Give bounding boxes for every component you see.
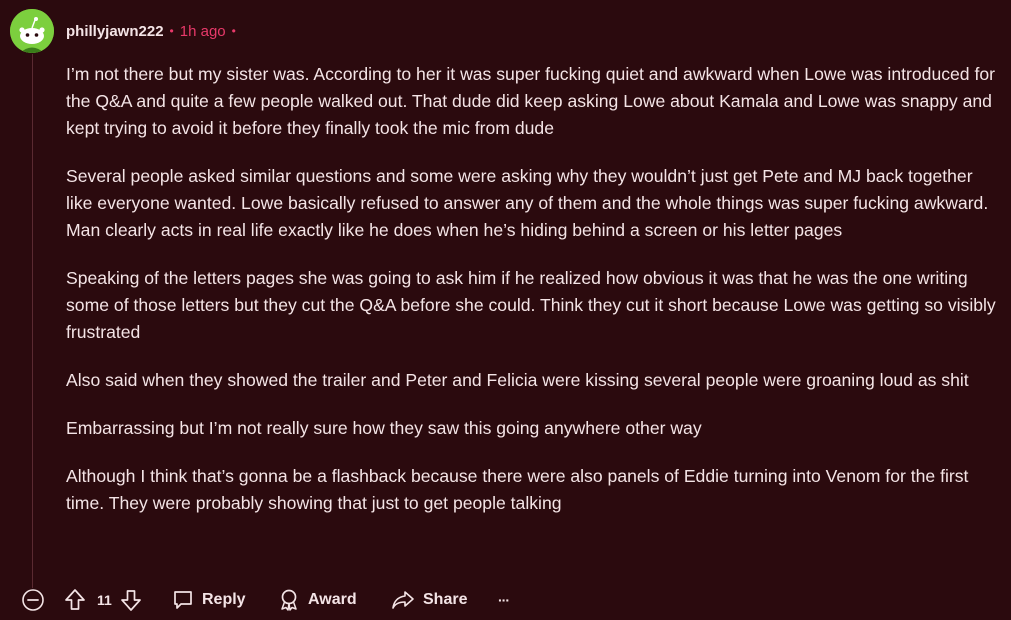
share-button[interactable]: Share <box>391 585 467 615</box>
upvote-icon <box>65 589 85 610</box>
award-icon <box>281 589 297 611</box>
comment-paragraph: Also said when they showed the trailer a… <box>66 370 969 390</box>
thread-line[interactable] <box>32 54 33 588</box>
reply-button[interactable]: Reply <box>172 585 246 615</box>
downvote-button[interactable] <box>120 585 142 615</box>
more-icon: ··· <box>498 592 510 608</box>
comment-body: I’m not there but my sister was. Accordi… <box>66 61 1001 538</box>
comment-paragraph: Speaking of the letters pages she was go… <box>66 268 996 342</box>
reply-label: Reply <box>202 591 246 608</box>
avatar[interactable] <box>10 9 54 53</box>
more-options-button[interactable]: ··· <box>498 585 510 615</box>
snoo-avatar-icon <box>10 9 54 53</box>
award-button[interactable]: Award <box>278 585 357 615</box>
comment: phillyjawn222 • 1h ago • I’m not there b… <box>0 0 1011 620</box>
award-label: Award <box>308 591 357 608</box>
comment-paragraph: Embarrassing but I’m not really sure how… <box>66 418 702 438</box>
separator-dot: • <box>169 24 174 38</box>
upvote-button[interactable] <box>64 585 86 615</box>
share-icon <box>392 591 414 609</box>
comment-paragraph: I’m not there but my sister was. Accordi… <box>66 64 996 138</box>
comment-paragraph: Several people asked similar questions a… <box>66 166 989 240</box>
collapse-button[interactable] <box>21 585 45 615</box>
timestamp[interactable]: 1h ago <box>180 23 226 40</box>
collapse-icon <box>22 589 44 611</box>
downvote-icon <box>121 590 141 611</box>
username[interactable]: phillyjawn222 <box>66 23 164 40</box>
share-label: Share <box>423 591 468 608</box>
reply-icon <box>174 591 192 609</box>
comment-header: phillyjawn222 • 1h ago • <box>66 20 242 42</box>
separator-dot: • <box>231 24 236 38</box>
comment-action-bar: 11 Reply Award Share ··· <box>0 585 1011 615</box>
vote-count: 11 <box>97 592 112 608</box>
comment-paragraph: Although I think that’s gonna be a flash… <box>66 466 969 513</box>
